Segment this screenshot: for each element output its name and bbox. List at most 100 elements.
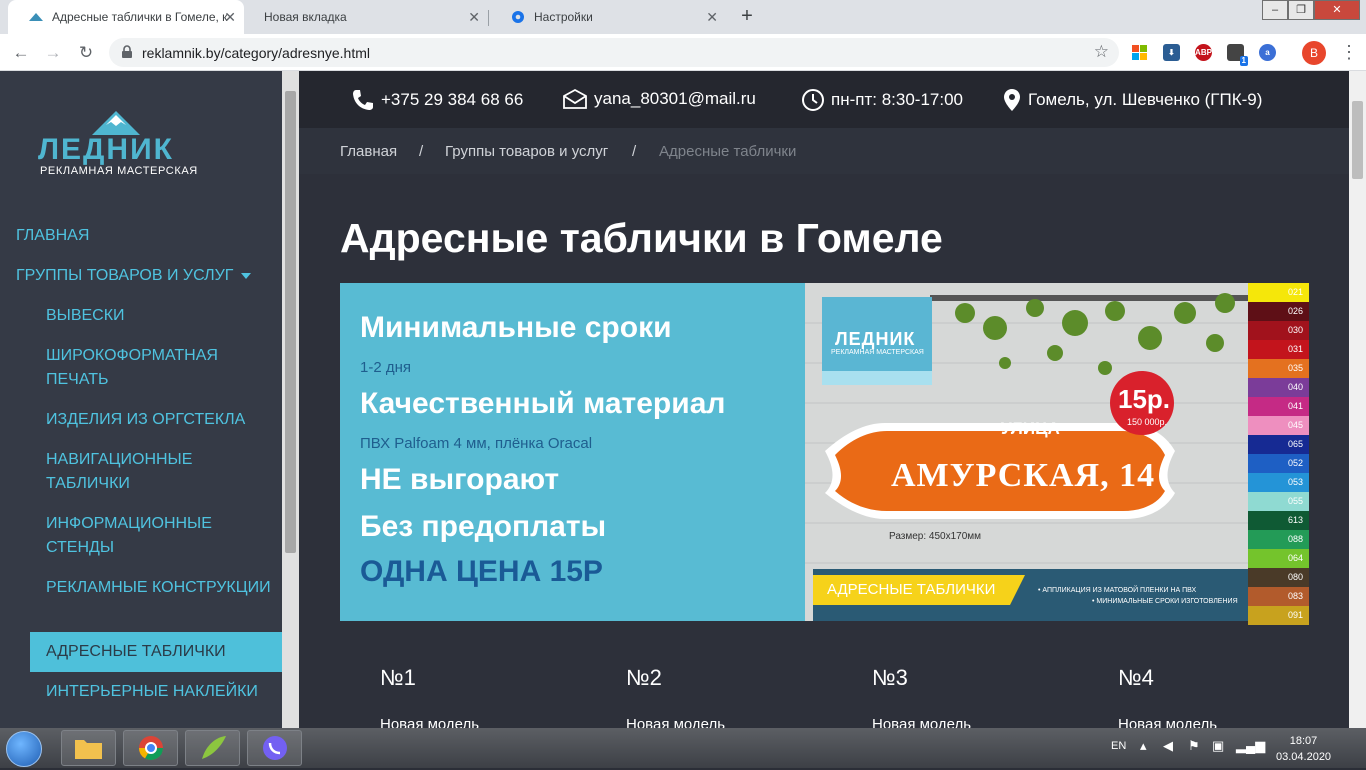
banner-heading: Качественный материал xyxy=(360,387,726,420)
model-caption: Новая модель xyxy=(380,716,480,728)
tab-settings[interactable]: Настройки ✕ xyxy=(490,0,726,34)
color-swatch: 031 xyxy=(1248,340,1309,359)
device-icon[interactable]: ▣ xyxy=(1212,738,1224,754)
address-text: Гомель, ул. Шевченко (ГПК-9) xyxy=(1028,90,1263,109)
maximize-button[interactable]: ❐ xyxy=(1288,0,1314,20)
contact-phone[interactable]: +375 29 384 68 66 xyxy=(351,88,523,112)
hours-text: пн-пт: 8:30-17:00 xyxy=(831,90,963,109)
flag-icon[interactable]: ⚑ xyxy=(1188,738,1200,754)
tab-active[interactable]: Адресные таблички в Гомеле, к ✕ xyxy=(8,0,244,34)
speaker-icon[interactable]: ◀ xyxy=(1163,738,1173,754)
tab-close-icon[interactable]: ✕ xyxy=(706,10,718,24)
download-icon[interactable]: ⬇ xyxy=(1163,44,1180,61)
breadcrumb-separator: / xyxy=(419,143,424,160)
close-window-button[interactable]: ✕ xyxy=(1314,0,1360,20)
site-favicon-icon xyxy=(29,13,43,21)
banner-subtext: ПВХ Palfoam 4 мм, плёнка Oracal xyxy=(360,435,593,452)
promo-banner: Минимальные сроки 1-2 дня Качественный м… xyxy=(340,283,1309,625)
tab-close-icon[interactable]: ✕ xyxy=(468,10,480,24)
tab-close-icon[interactable]: ✕ xyxy=(224,10,236,24)
network-icon[interactable]: ▂▄▆ xyxy=(1236,738,1265,754)
breadcrumb-separator: / xyxy=(632,143,637,160)
phone-icon xyxy=(353,90,373,110)
a-icon[interactable]: a xyxy=(1259,44,1276,61)
sidebar-item-navigation-plates[interactable]: НАВИГАЦИОННЫЕ ТАБЛИЧКИ xyxy=(46,448,276,496)
color-swatch: 041 xyxy=(1248,397,1309,416)
phone-text: +375 29 384 68 66 xyxy=(381,90,524,109)
breadcrumb-groups[interactable]: Группы товаров и услуг xyxy=(445,143,608,160)
sidebar-item-info-stands[interactable]: ИНФОРМАЦИОННЫЕ СТЕНДЫ xyxy=(46,512,276,560)
extension-badge: 1 xyxy=(1239,56,1248,66)
folder-icon xyxy=(75,740,102,759)
sidebar-item-interior-stickers[interactable]: ИНТЕРЬЕРНЫЕ НАКЛЕЙКИ xyxy=(46,680,276,704)
forward-button[interactable]: → xyxy=(42,42,64,64)
new-tab-button[interactable]: + xyxy=(735,5,759,29)
color-swatch: 088 xyxy=(1248,530,1309,549)
color-swatch: 064 xyxy=(1248,549,1309,568)
sidebar-scrollbar[interactable] xyxy=(282,71,299,728)
model-number: №2 xyxy=(626,665,662,690)
model-number: №1 xyxy=(380,665,416,690)
sidebar-item-ad-structures[interactable]: РЕКЛАМНЫЕ КОНСТРУКЦИИ xyxy=(46,576,276,600)
sidebar-item-groups[interactable]: ГРУППЫ ТОВАРОВ И УСЛУГ xyxy=(16,264,252,288)
image-price-badge-old: 150 000р. xyxy=(1127,417,1168,427)
image-price-badge: 15р. xyxy=(1118,384,1171,414)
model-number: №3 xyxy=(872,665,908,690)
tray-chevron-icon[interactable]: ▴ xyxy=(1140,738,1147,754)
sidebar-item-address-plates[interactable]: АДРЕСНЫЕ ТАБЛИЧКИ xyxy=(30,632,282,672)
clock-date: 03.04.2020 xyxy=(1276,751,1332,763)
contacts-bar: +375 29 384 68 66 yana_80301@mail.ru пн-… xyxy=(299,71,1349,128)
breadcrumb-current: Адресные таблички xyxy=(659,143,797,160)
contact-address[interactable]: Гомель, ул. Шевченко (ГПК-9) xyxy=(1002,88,1262,112)
taskbar-corel[interactable] xyxy=(185,730,240,766)
back-button[interactable]: ← xyxy=(10,42,32,64)
taskbar-chrome[interactable] xyxy=(123,730,178,766)
image-street-label: УЛИЦА xyxy=(1001,419,1060,438)
reload-button[interactable]: ↻ xyxy=(75,42,97,64)
site-logo[interactable]: ЛЕДНИК РЕКЛАМНАЯ МАСТЕРСКАЯ xyxy=(38,109,198,179)
address-bar[interactable]: reklamnik.by/category/adresnye.html ☆ xyxy=(109,38,1119,67)
viber-icon xyxy=(263,736,287,760)
language-indicator[interactable]: EN xyxy=(1111,740,1126,752)
contact-hours: пн-пт: 8:30-17:00 xyxy=(801,88,963,112)
breadcrumb: Главная / Группы товаров и услуг / Адрес… xyxy=(299,128,1349,174)
sidebar-item-label: ГЛАВНАЯ xyxy=(16,227,90,244)
bookmark-star-icon[interactable]: ☆ xyxy=(1094,42,1109,62)
url-text: reklamnik.by/category/adresnye.html xyxy=(142,45,370,61)
windows-icon[interactable] xyxy=(1131,44,1148,61)
sidebar-item-home[interactable]: ГЛАВНАЯ xyxy=(16,224,89,248)
extension-icon[interactable]: 1 xyxy=(1227,44,1248,66)
profile-avatar[interactable]: В xyxy=(1302,41,1326,65)
image-street-name: АМУРСКАЯ, 14 xyxy=(891,457,1156,494)
taskbar-clock[interactable]: 18:07 03.04.2020 xyxy=(1276,733,1331,765)
envelope-icon xyxy=(563,88,587,109)
sidebar: ЛЕДНИК РЕКЛАМНАЯ МАСТЕРСКАЯ ГЛАВНАЯ ГРУП… xyxy=(0,71,282,728)
contact-email[interactable]: yana_80301@mail.ru xyxy=(562,88,756,110)
image-bullet: • МИНИМАЛЬНЫЕ СРОКИ ИЗГОТОВЛЕНИЯ xyxy=(1092,598,1238,605)
breadcrumb-home[interactable]: Главная xyxy=(340,143,397,160)
sidebar-item-signs[interactable]: ВЫВЕСКИ xyxy=(46,304,276,328)
sidebar-item-label: ГРУППЫ ТОВАРОВ И УСЛУГ xyxy=(16,267,234,284)
start-button[interactable] xyxy=(6,731,42,767)
tab-title: Адресные таблички в Гомеле, к xyxy=(52,10,227,24)
color-swatch: 030 xyxy=(1248,321,1309,340)
taskbar-explorer[interactable] xyxy=(61,730,116,766)
gear-icon xyxy=(512,11,524,23)
windows-taskbar: EN ▴ ◀ ⚑ ▣ ▂▄▆ 18:07 03.04.2020 xyxy=(0,728,1366,768)
lock-icon xyxy=(122,45,132,58)
tab-new[interactable]: Новая вкладка ✕ xyxy=(244,0,488,34)
minimize-button[interactable]: – xyxy=(1262,0,1288,20)
sidebar-item-wide-print[interactable]: ШИРОКОФОРМАТНАЯ ПЕЧАТЬ xyxy=(46,344,276,392)
page-scrollbar-thumb[interactable] xyxy=(1352,101,1363,179)
color-swatch: 052 xyxy=(1248,454,1309,473)
abp-icon[interactable]: ABP xyxy=(1195,44,1212,61)
taskbar-viber[interactable] xyxy=(247,730,302,766)
tab-divider xyxy=(488,10,489,26)
chrome-icon xyxy=(139,736,163,761)
banner-heading: Минимальные сроки xyxy=(360,311,672,344)
sidebar-item-plexiglass[interactable]: ИЗДЕЛИЯ ИЗ ОРГСТЕКЛА xyxy=(46,408,276,432)
page-scrollbar[interactable] xyxy=(1349,71,1366,728)
image-size-text: Размер: 450x170мм xyxy=(889,531,982,542)
sidebar-scrollbar-thumb[interactable] xyxy=(285,91,296,553)
chrome-menu-icon[interactable]: ⋮ xyxy=(1340,41,1358,65)
